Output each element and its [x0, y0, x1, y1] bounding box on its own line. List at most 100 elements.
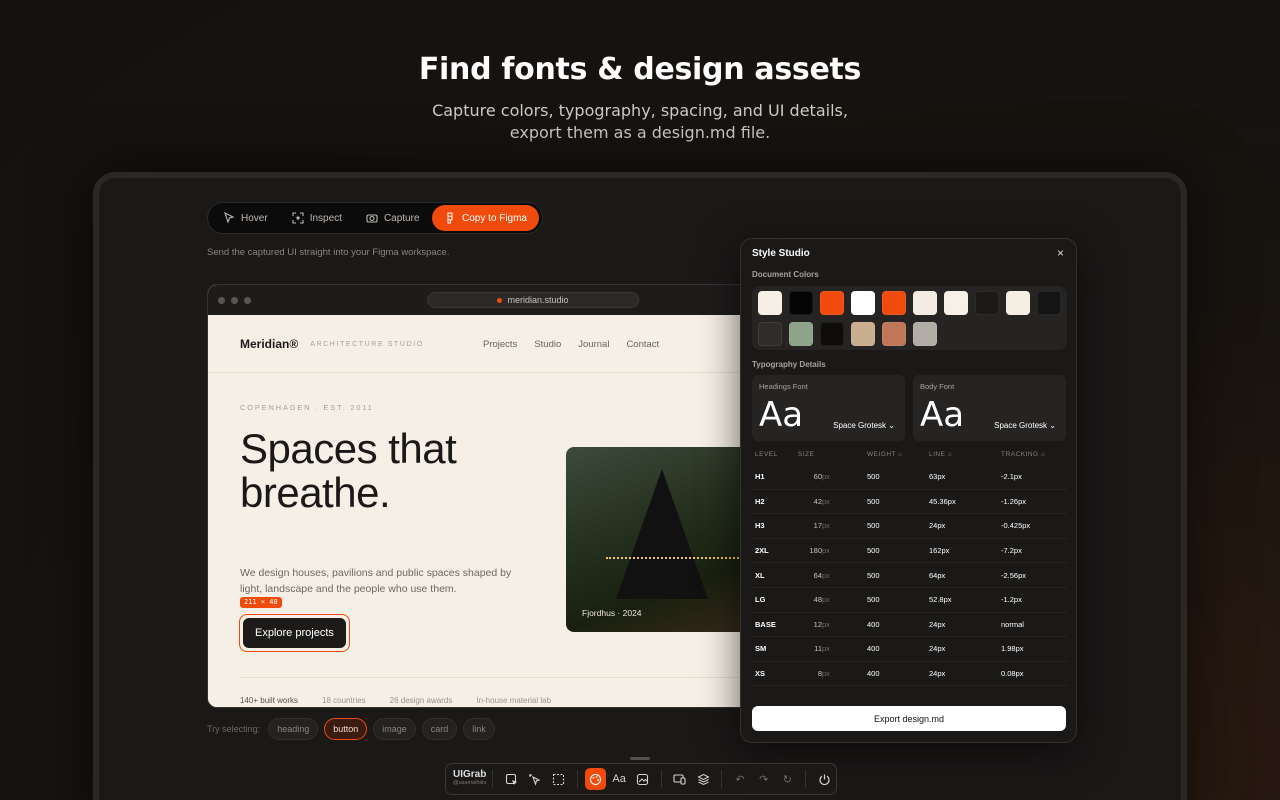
project-photo[interactable]: Fjordhus · 2024 — [566, 447, 766, 632]
table-row[interactable]: BASE 12px 400 24px normal — [752, 613, 1067, 638]
layers-icon[interactable] — [692, 768, 714, 790]
body-font-card[interactable]: Body Font Aa Space Grotesk ⌄ — [913, 375, 1066, 441]
row-line-height: 24px — [929, 521, 946, 531]
selection-dimensions-badge: 211 × 48 — [240, 597, 282, 608]
nav-link-studio[interactable]: Studio — [534, 339, 561, 350]
color-swatch[interactable] — [944, 291, 968, 315]
color-swatch[interactable] — [758, 322, 782, 346]
chevron-down-icon: ⌄ — [1049, 421, 1056, 430]
capture-mode-button[interactable]: Capture — [354, 205, 432, 231]
row-tracking: -1.26px — [1001, 496, 1027, 506]
color-swatch[interactable] — [1037, 291, 1061, 315]
color-swatch[interactable] — [851, 291, 875, 315]
stat-countries: 18 countries — [322, 696, 366, 705]
hero-subtitle-line-1: Capture colors, typography, spacing, and… — [432, 101, 848, 120]
color-swatch[interactable] — [882, 291, 906, 315]
row-line-height: 24px — [929, 669, 946, 679]
table-row[interactable]: SM 11px 400 24px 1.98px — [752, 637, 1067, 662]
chevron-down-icon: ⌄ — [888, 421, 895, 430]
selection-chips: Try selecting: heading button image card… — [207, 718, 495, 740]
table-row[interactable]: H3 17px 500 24px -0.425px — [752, 514, 1067, 539]
row-level: 2XL — [755, 546, 769, 556]
cabin-roof-shape — [616, 469, 708, 599]
color-swatch[interactable] — [820, 322, 844, 346]
undo-icon[interactable]: ↶ — [729, 768, 751, 790]
browser-chrome: meridian.studio — [208, 285, 766, 315]
hero-title: Find fonts & design assets — [418, 52, 862, 87]
color-swatch[interactable] — [758, 291, 782, 315]
row-weight: 400 — [867, 619, 880, 629]
hero-eyebrow: COPENHAGEN · EST. 2011 — [240, 403, 374, 412]
address-bar[interactable]: meridian.studio — [427, 292, 639, 308]
bottom-dock: UIGrab @usamaifolio Aa ↶ ↷ ↻ — [445, 763, 837, 795]
color-swatch[interactable] — [820, 291, 844, 315]
color-swatch[interactable] — [882, 322, 906, 346]
color-swatch[interactable] — [913, 291, 937, 315]
color-swatch[interactable] — [851, 322, 875, 346]
redo-icon[interactable]: ↷ — [753, 768, 775, 790]
stats-row: 140+ built works 18 countries 26 design … — [240, 696, 551, 705]
nav-link-contact[interactable]: Contact — [626, 339, 659, 350]
inspect-icon — [292, 212, 304, 224]
style-studio-panel: Style Studio × Document Colors Typograph… — [740, 238, 1077, 743]
site-brand[interactable]: Meridian® — [240, 337, 298, 351]
row-size: 12px — [813, 619, 830, 629]
inspect-mode-button[interactable]: Inspect — [280, 205, 354, 231]
export-design-md-button[interactable]: Export design.md — [752, 706, 1066, 731]
image-asset-icon[interactable] — [632, 768, 654, 790]
window-dot-minimize[interactable] — [231, 296, 238, 304]
body-font-name: Space Grotesk — [994, 421, 1048, 430]
explore-projects-button[interactable]: Explore projects — [243, 618, 346, 648]
lock-icon[interactable]: ⌂ — [948, 451, 952, 458]
chip-link[interactable]: link — [463, 718, 495, 740]
dock-drag-handle[interactable] — [630, 757, 650, 760]
chip-heading[interactable]: heading — [268, 718, 319, 740]
table-row[interactable]: H1 60px 500 63px -2.1px — [752, 465, 1067, 490]
lock-icon[interactable]: ⌂ — [898, 451, 902, 458]
chip-image[interactable]: image — [373, 718, 416, 740]
color-swatch[interactable] — [975, 291, 999, 315]
row-weight: 500 — [867, 595, 880, 605]
color-swatch[interactable] — [789, 322, 813, 346]
chip-card[interactable]: card — [421, 718, 458, 740]
row-weight: 400 — [867, 644, 880, 654]
select-element-icon[interactable] — [500, 768, 522, 790]
chip-button[interactable]: button — [324, 718, 368, 740]
marquee-select-icon[interactable] — [548, 768, 570, 790]
color-swatch[interactable] — [913, 322, 937, 346]
copy-to-figma-button[interactable]: Copy to Figma — [431, 205, 539, 231]
headings-font-card[interactable]: Headings Font Aa Space Grotesk ⌄ — [752, 375, 905, 441]
power-icon[interactable] — [813, 768, 835, 790]
row-size: 60px — [813, 472, 830, 482]
headings-font-select[interactable]: Space Grotesk ⌄ — [833, 421, 895, 430]
body-font-select[interactable]: Space Grotesk ⌄ — [994, 421, 1056, 430]
palette-icon[interactable] — [584, 768, 607, 790]
hover-label: Hover — [241, 212, 268, 224]
site-headline[interactable]: Spaces that breathe. — [240, 427, 540, 515]
table-row[interactable]: XL 64px 500 64px -2.56px — [752, 563, 1067, 588]
refresh-icon[interactable]: ↻ — [777, 768, 799, 790]
browser-window: meridian.studio Meridian® ARCHITECTURE S… — [207, 284, 767, 708]
nav-link-journal[interactable]: Journal — [578, 339, 609, 350]
window-dot-zoom[interactable] — [244, 296, 251, 304]
hover-mode-button[interactable]: Hover — [211, 205, 280, 231]
click-cursor-icon[interactable] — [524, 768, 546, 790]
close-icon[interactable]: × — [1057, 246, 1064, 260]
typography-icon[interactable]: Aa — [608, 768, 630, 790]
table-row[interactable]: H2 42px 500 45.36px -1.26px — [752, 490, 1067, 515]
table-row[interactable]: LG 48px 500 52.8px -1.2px — [752, 588, 1067, 613]
window-dot-close[interactable] — [218, 296, 225, 304]
lock-icon[interactable]: ⌂ — [1041, 451, 1045, 458]
responsive-devices-icon[interactable] — [669, 768, 691, 790]
color-swatch[interactable] — [1006, 291, 1030, 315]
table-row[interactable]: 2XL 180px 500 162px -7.2px — [752, 539, 1067, 564]
table-row[interactable]: XS 8px 400 24px 0.08px — [752, 662, 1067, 687]
row-line-height: 162px — [929, 546, 950, 556]
website-canvas: Meridian® ARCHITECTURE STUDIO Projects S… — [208, 315, 766, 707]
inspect-label: Inspect — [309, 212, 342, 224]
dock-divider — [492, 770, 494, 788]
nav-link-projects[interactable]: Projects — [483, 339, 517, 350]
color-swatch[interactable] — [789, 291, 813, 315]
row-weight: 500 — [867, 472, 880, 482]
typography-table: LEVEL SIZE WEIGHT ⌂ LINE ⌂ TRACKING ⌂ H1… — [752, 451, 1067, 687]
